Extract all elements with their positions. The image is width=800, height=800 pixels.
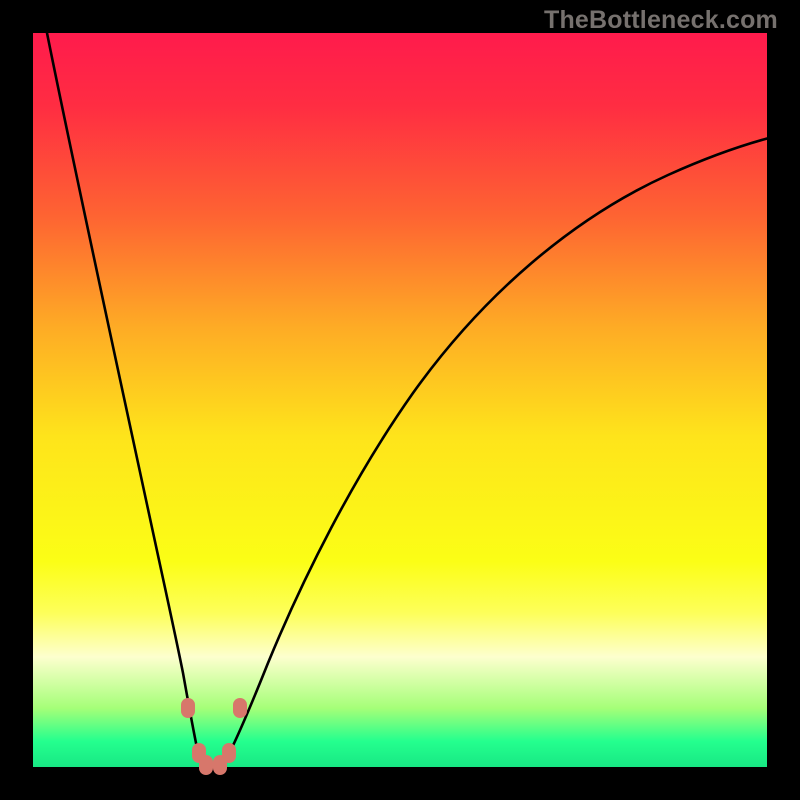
watermark-text: TheBottleneck.com <box>544 6 778 35</box>
chart-frame <box>33 33 767 767</box>
bottleneck-curve <box>33 33 767 767</box>
